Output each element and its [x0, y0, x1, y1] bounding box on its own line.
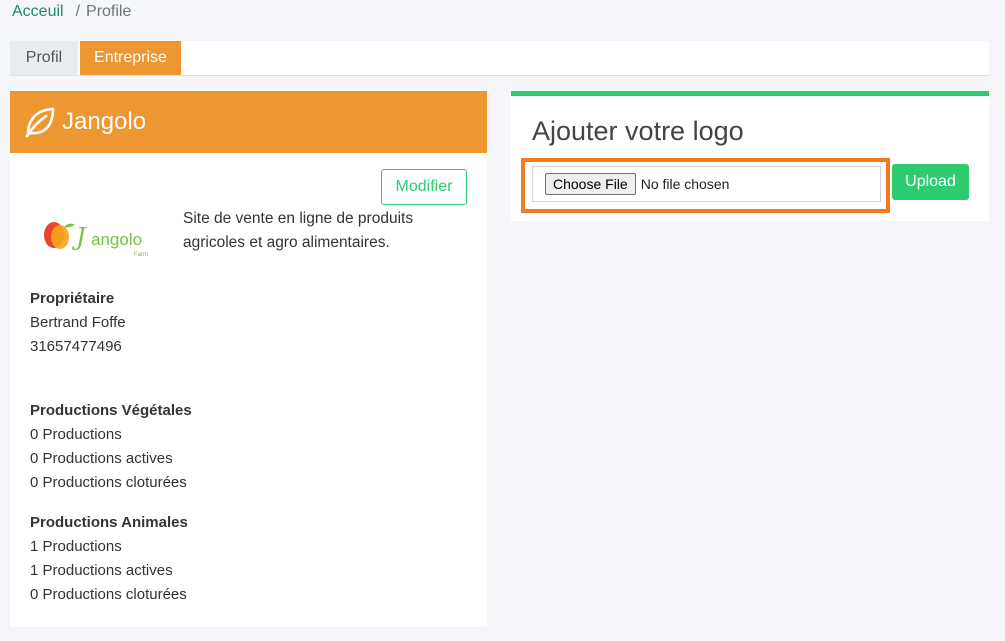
owner-phone: 31657477496 [30, 338, 122, 355]
tab-profil[interactable]: Profil [10, 41, 78, 75]
choose-file-button[interactable]: Choose File [545, 173, 636, 195]
company-card-header: Jangolo [10, 91, 487, 153]
svg-text:J: J [71, 223, 87, 251]
breadcrumb-home-link[interactable]: Acceuil [12, 3, 64, 20]
animal-productions: 1 Productions [30, 538, 122, 555]
vegetal-section: Productions Végétales 0 Productions 0 Pr… [30, 399, 192, 495]
logo-file-input[interactable]: Choose File No file chosen [532, 166, 881, 202]
company-description: Site de vente en ligne de produits agric… [183, 210, 414, 251]
file-input-highlight: Choose File No file chosen [521, 158, 890, 213]
animal-section: Productions Animales 1 Productions 1 Pro… [30, 511, 188, 607]
animal-productions-cloturees: 0 Productions cloturées [30, 586, 187, 603]
vegetal-productions: 0 Productions [30, 426, 122, 443]
vegetal-heading: Productions Végétales [30, 402, 192, 419]
leaf-icon [25, 107, 55, 138]
animal-productions-actives: 1 Productions actives [30, 562, 173, 579]
vegetal-productions-actives: 0 Productions actives [30, 450, 173, 467]
upload-button[interactable]: Upload [892, 164, 969, 200]
tab-entreprise[interactable]: Entreprise [80, 41, 181, 75]
company-name: Jangolo [62, 108, 147, 135]
animal-heading: Productions Animales [30, 514, 188, 531]
company-card: Jangolo Modifier J angolo Farm Site de v… [10, 91, 487, 627]
vegetal-productions-cloturees: 0 Productions cloturées [30, 474, 187, 491]
modifier-button[interactable]: Modifier [381, 169, 467, 205]
owner-section: Propriétaire Bertrand Foffe 31657477496 [30, 287, 126, 359]
breadcrumb-separator: / [75, 3, 81, 20]
file-status: No file chosen [640, 176, 730, 192]
owner-name: Bertrand Foffe [30, 314, 126, 331]
breadcrumb: Acceuil / Profile [12, 3, 131, 21]
tabs-bar: Profil Entreprise [10, 41, 989, 76]
breadcrumb-current: Profile [86, 3, 132, 20]
svg-text:Farm: Farm [134, 252, 148, 258]
logo-upload-card: Ajouter votre logo Choose File No file c… [511, 91, 989, 221]
logo-upload-title: Ajouter votre logo [532, 116, 744, 146]
svg-text:angolo: angolo [91, 230, 142, 249]
owner-heading: Propriétaire [30, 290, 115, 307]
company-logo: J angolo Farm [44, 222, 148, 258]
